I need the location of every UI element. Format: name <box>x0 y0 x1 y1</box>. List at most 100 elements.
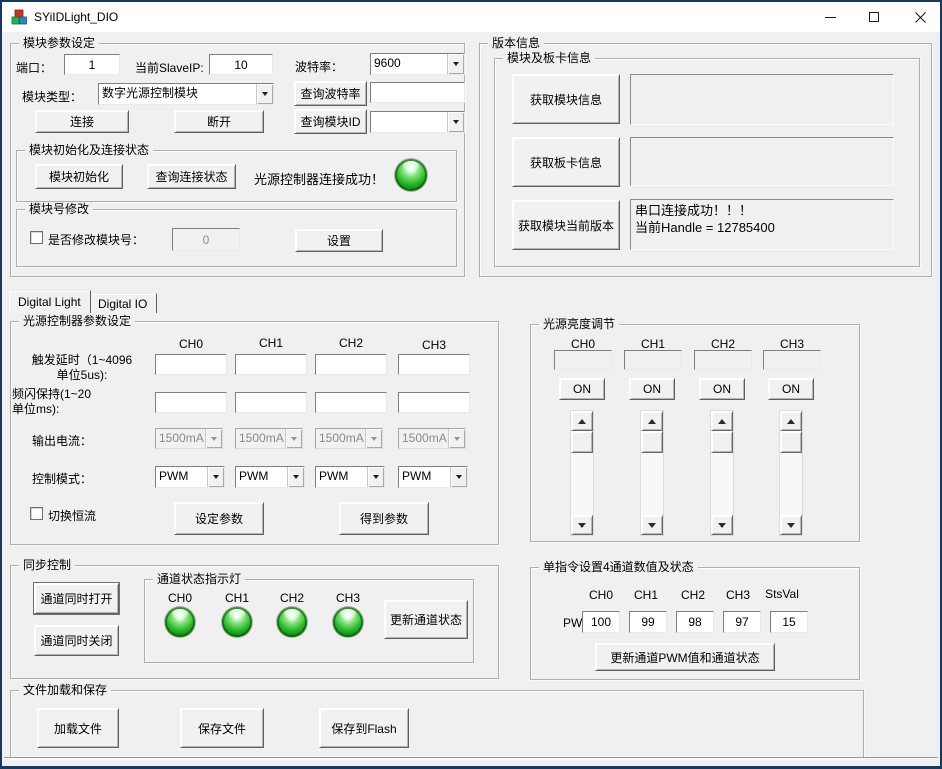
close-all-channels-button[interactable]: 通道同时关闭 <box>34 625 119 656</box>
file-ops-group: 文件加载和保存 <box>10 690 864 759</box>
module-type-label: 模块类型： <box>22 88 82 105</box>
on-button-ch2[interactable]: ON <box>699 378 745 400</box>
module-type-select[interactable]: 数字光源控制模块 <box>98 83 274 105</box>
brightness-ch3-input[interactable] <box>763 350 821 370</box>
update-pwm-status-button[interactable]: 更新通道PWM值和通道状态 <box>595 643 775 671</box>
slider-thumb[interactable] <box>641 431 663 453</box>
minimize-button[interactable] <box>808 2 852 32</box>
chevron-down-icon[interactable] <box>447 112 464 132</box>
output-current-ch1-value: 1500mA <box>236 429 285 448</box>
query-baud-result-input[interactable] <box>370 82 465 103</box>
trigger-delay-ch1-input[interactable] <box>235 354 307 375</box>
chevron-down-icon[interactable] <box>287 467 304 487</box>
baud-select[interactable]: 9600 <box>370 53 465 75</box>
scroll-down-icon[interactable] <box>641 515 663 535</box>
chevron-down-icon[interactable] <box>256 84 273 104</box>
port-label: 端口： <box>16 59 52 76</box>
on-button-ch0[interactable]: ON <box>559 378 605 400</box>
pwm-ch1-input[interactable] <box>629 611 667 633</box>
trigger-delay-ch0-input[interactable] <box>155 354 227 375</box>
maximize-button[interactable] <box>852 2 896 32</box>
module-init-button[interactable]: 模块初始化 <box>35 164 123 189</box>
scroll-up-icon[interactable] <box>641 411 663 431</box>
on-button-ch1[interactable]: ON <box>629 378 675 400</box>
chevron-down-icon[interactable] <box>207 467 224 487</box>
pwm-ch3-input[interactable] <box>723 611 761 633</box>
load-file-button[interactable]: 加载文件 <box>37 708 119 748</box>
strobe-hold-ch3-input[interactable] <box>398 392 470 413</box>
strobe-hold-ch2-input[interactable] <box>315 392 387 413</box>
control-mode-ch2-select[interactable]: PWM <box>315 466 385 488</box>
sc-ch2-header: CH2 <box>671 588 715 602</box>
connect-button[interactable]: 连接 <box>35 110 129 133</box>
brightness-slider-ch1[interactable] <box>640 410 664 536</box>
scroll-up-icon[interactable] <box>711 411 733 431</box>
brightness-ch1-input[interactable] <box>624 350 682 370</box>
get-module-info-button[interactable]: 获取模块信息 <box>512 74 620 124</box>
init-status-group-title: 模块初始化及连接状态 <box>25 143 153 158</box>
scroll-down-icon[interactable] <box>571 515 593 535</box>
slave-ip-input[interactable] <box>209 54 273 75</box>
channel-led-ch3 <box>333 607 363 637</box>
chevron-down-icon[interactable] <box>367 467 384 487</box>
log-line-2: 当前Handle = 12785400 <box>635 219 889 236</box>
disconnect-button[interactable]: 断开 <box>174 110 264 133</box>
brightness-ch0-input[interactable] <box>554 350 612 370</box>
brightness-ch2-input[interactable] <box>694 350 752 370</box>
save-file-button[interactable]: 保存文件 <box>180 708 264 748</box>
stsval-input[interactable] <box>770 611 808 633</box>
strobe-hold-ch0-input[interactable] <box>155 392 227 413</box>
module-number-input[interactable] <box>172 228 240 251</box>
strobe-hold-ch1-input[interactable] <box>235 392 307 413</box>
board-info-panel <box>630 137 894 186</box>
tab-digital-light[interactable]: Digital Light <box>8 290 91 313</box>
lp-ch1-header: CH1 <box>256 336 286 350</box>
set-module-number-button[interactable]: 设置 <box>295 229 383 252</box>
brightness-slider-ch0[interactable] <box>570 410 594 536</box>
open-all-channels-button[interactable]: 通道同时打开 <box>34 583 119 614</box>
chevron-down-icon[interactable] <box>447 54 464 74</box>
trigger-delay-ch3-input[interactable] <box>398 354 470 375</box>
update-channel-status-button[interactable]: 更新通道状态 <box>384 600 468 639</box>
close-button[interactable] <box>898 2 942 32</box>
slider-thumb[interactable] <box>780 431 802 453</box>
control-mode-ch1-select[interactable]: PWM <box>235 466 305 488</box>
query-connection-button[interactable]: 查询连接状态 <box>147 164 236 189</box>
query-module-id-button[interactable]: 查询模块ID <box>294 109 367 134</box>
sc-ch0-header: CH0 <box>579 588 623 602</box>
tab-digital-io[interactable]: Digital IO <box>88 293 157 313</box>
query-baud-button[interactable]: 查询波特率 <box>294 81 367 106</box>
channel-indicators-group-title: 通道状态指示灯 <box>153 572 245 587</box>
trigger-delay-ch2-input[interactable] <box>315 354 387 375</box>
slider-thumb[interactable] <box>711 431 733 453</box>
save-to-flash-button[interactable]: 保存到Flash <box>319 708 409 748</box>
chevron-down-icon[interactable] <box>450 467 467 487</box>
output-current-ch0-select: 1500mA <box>155 428 223 449</box>
modify-module-checkbox[interactable] <box>30 231 43 244</box>
switch-cc-checkbox[interactable] <box>30 507 43 520</box>
module-id-select[interactable] <box>370 111 465 133</box>
scroll-down-icon[interactable] <box>780 515 802 535</box>
trigger-delay-label: 触发延时（1~4096 单位5us): <box>12 353 152 383</box>
sc-ch1-header: CH1 <box>624 588 668 602</box>
scroll-up-icon[interactable] <box>571 411 593 431</box>
control-mode-ch1-value: PWM <box>236 467 287 487</box>
control-mode-ch0-select[interactable]: PWM <box>155 466 225 488</box>
pwm-ch0-input[interactable] <box>582 611 620 633</box>
control-mode-label: 控制模式： <box>32 470 92 487</box>
scroll-up-icon[interactable] <box>780 411 802 431</box>
on-button-ch3[interactable]: ON <box>768 378 814 400</box>
brightness-slider-ch2[interactable] <box>710 410 734 536</box>
set-params-button[interactable]: 设定参数 <box>174 502 264 535</box>
scroll-down-icon[interactable] <box>711 515 733 535</box>
window-title: SYiIDLight_DIO <box>34 10 118 24</box>
brightness-slider-ch3[interactable] <box>779 410 803 536</box>
get-version-button[interactable]: 获取模块当前版本 <box>512 200 620 250</box>
sc-stsval-header: StsVal <box>760 587 804 601</box>
pwm-ch2-input[interactable] <box>676 611 714 633</box>
get-board-info-button[interactable]: 获取板卡信息 <box>512 137 620 187</box>
slider-thumb[interactable] <box>571 431 593 453</box>
control-mode-ch3-select[interactable]: PWM <box>398 466 468 488</box>
port-input[interactable] <box>64 54 120 75</box>
get-params-button[interactable]: 得到参数 <box>339 502 429 535</box>
